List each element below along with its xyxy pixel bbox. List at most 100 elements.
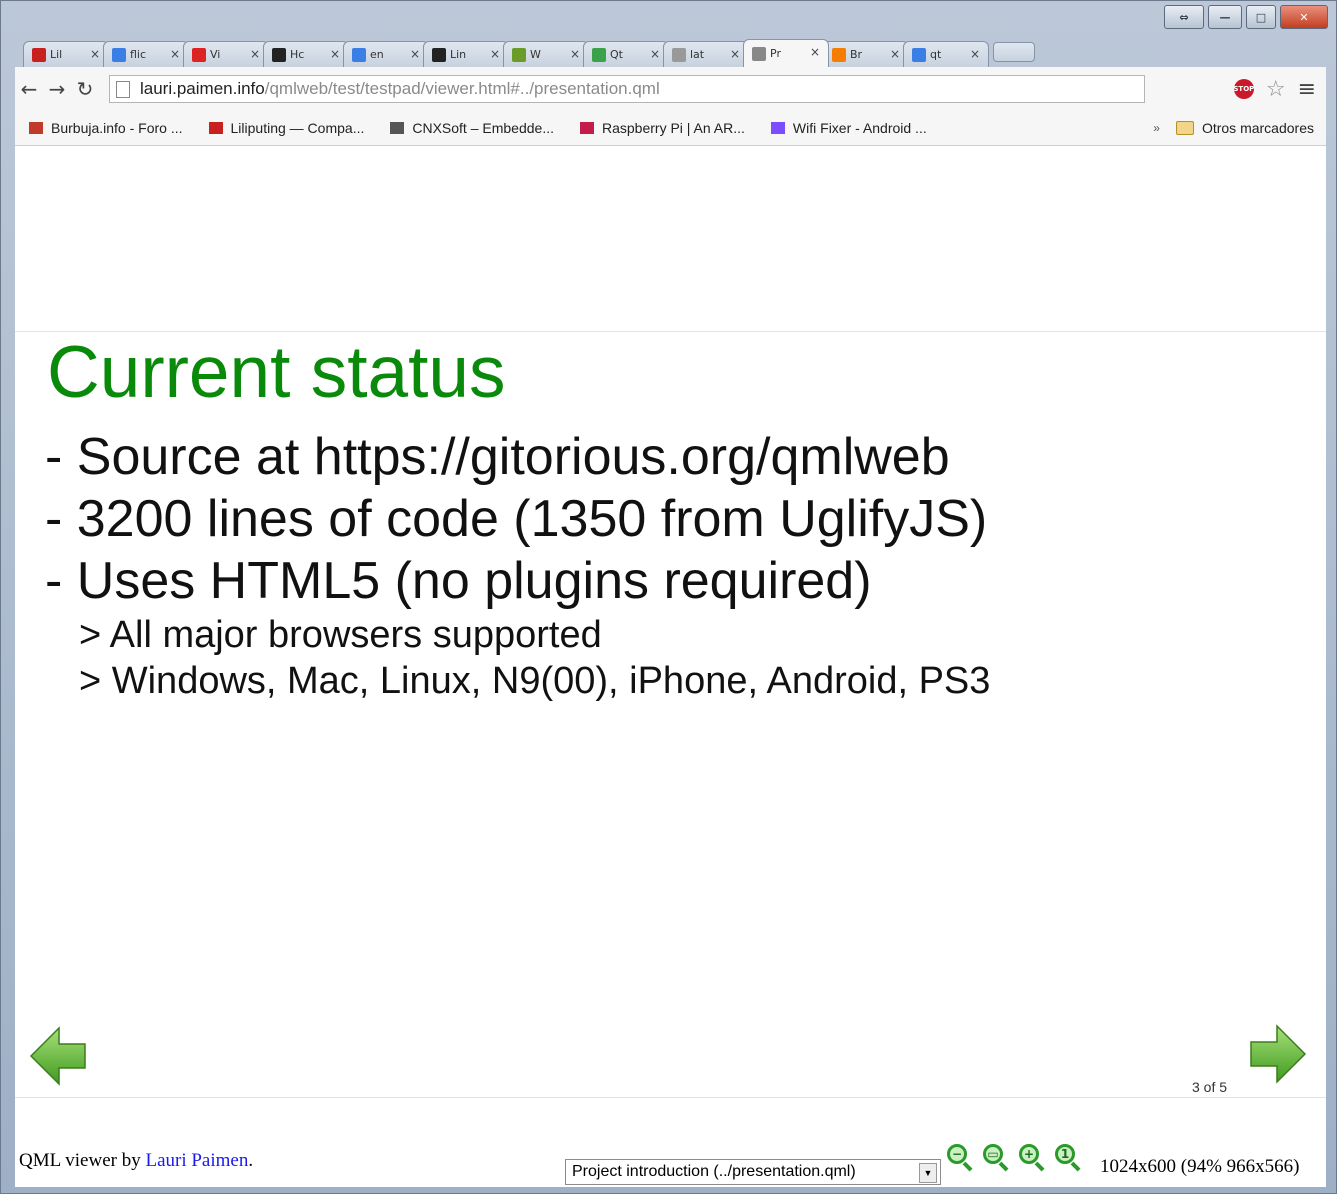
menu-icon[interactable]: ≡ [1298, 77, 1316, 102]
github-icon [272, 47, 286, 62]
google-plus-icon [912, 47, 926, 62]
chevron-down-icon[interactable]: ▼ [919, 1163, 937, 1183]
resize-button[interactable]: ⇔ [1164, 5, 1204, 29]
close-tab-icon[interactable]: × [890, 47, 900, 61]
address-bar[interactable]: lauri.paimen.info/qmlweb/test/testpad/vi… [109, 75, 1145, 103]
page-content: Current status - Source at https://gitor… [15, 146, 1326, 1187]
close-tab-icon[interactable]: × [810, 45, 820, 59]
play-store-icon [770, 122, 785, 134]
maximize-button[interactable]: □ [1246, 5, 1276, 29]
arc-icon [192, 47, 206, 62]
browser-tab[interactable]: Qt × [583, 41, 669, 67]
raspberry-icon [580, 122, 594, 134]
tab-label: Br [850, 48, 863, 61]
page-icon [116, 80, 130, 98]
close-tab-icon[interactable]: × [650, 47, 660, 61]
tab-label: en [370, 48, 384, 61]
bookmark-item[interactable]: Burbuja.info - Foro ... [29, 120, 183, 136]
close-window-button[interactable]: ✕ [1280, 5, 1328, 29]
author-link[interactable]: Lauri Paimen [145, 1150, 248, 1171]
tab-label: flic [130, 48, 147, 61]
tab-label: Qt [610, 48, 623, 61]
bookmark-label: Raspberry Pi | An AR... [602, 120, 745, 136]
tab-label: lat [690, 48, 705, 61]
forward-arrow-icon[interactable]: → [43, 77, 71, 101]
bullet-item: - Uses HTML5 (no plugins required) [45, 552, 872, 610]
viewer-credit: QML viewer by Lauri Paimen. [19, 1150, 253, 1172]
back-arrow-icon[interactable]: ← [15, 77, 43, 101]
minimize-button[interactable]: — [1208, 5, 1242, 29]
close-tab-icon[interactable]: × [250, 47, 260, 61]
browser-tab[interactable]: flic × [103, 41, 189, 67]
bookmark-item[interactable]: CNXSoft – Embedde... [390, 120, 554, 136]
next-slide-arrow-icon[interactable] [1249, 1024, 1307, 1084]
bookmark-item[interactable]: Liliputing — Compa... [208, 120, 364, 136]
credit-prefix: QML viewer by [19, 1150, 146, 1171]
reload-icon[interactable]: ↻ [71, 77, 99, 101]
tab-label: Lin [450, 48, 467, 61]
browser-tab[interactable]: Lil × [23, 41, 109, 67]
adblock-stop-icon[interactable]: STOP [1233, 79, 1254, 99]
close-tab-icon[interactable]: × [90, 47, 100, 61]
close-tab-icon[interactable]: × [330, 47, 340, 61]
spinner-icon [672, 47, 686, 62]
browser-toolbar: ← → ↻ lauri.paimen.info/qmlweb/test/test… [15, 67, 1326, 111]
bookmark-label: Burbuja.info - Foro ... [51, 120, 183, 136]
previous-slide-arrow-icon[interactable] [29, 1026, 87, 1086]
browser-tab[interactable]: Hc × [263, 41, 349, 67]
bookmark-star-icon[interactable]: ☆ [1266, 77, 1286, 102]
bookmark-label: Wifi Fixer - Android ... [792, 120, 927, 136]
browser-tab[interactable]: lat × [663, 41, 749, 67]
credit-suffix: . [248, 1150, 254, 1171]
bookmarks-bar: Burbuja.info - Foro ... Liliputing — Comp… [15, 111, 1326, 146]
other-bookmarks-folder[interactable]: Otros marcadores [1175, 120, 1314, 136]
laptop-icon [208, 122, 223, 134]
browser-window: ⇔ — □ ✕ Lil × flic × Vi × Hc × en × Lin × W × Qt × lat × P… [0, 0, 1337, 1194]
zoom-fit-icon[interactable]: ▭ [983, 1144, 1011, 1172]
close-tab-icon[interactable]: × [170, 47, 180, 61]
cnx-icon [390, 122, 405, 134]
slide-counter: 3 of 5 [1192, 1079, 1228, 1095]
resolution-readout: 1024x600 (94% 966x566) [1100, 1156, 1300, 1177]
tab-label: Hc [290, 48, 305, 61]
close-tab-icon[interactable]: × [570, 47, 580, 61]
browser-tab[interactable]: W × [503, 41, 589, 67]
slide-bullets: - Source at https://gitorious.org/qmlweb… [45, 426, 990, 704]
bookmarks-overflow-icon[interactable]: » [1153, 121, 1160, 135]
subbullet-item: > Windows, Mac, Linux, N9(00), iPhone, A… [79, 660, 991, 702]
github-icon [432, 47, 446, 62]
browser-tab[interactable]: en × [343, 41, 429, 67]
page-icon [752, 46, 766, 61]
tab-strip: Lil × flic × Vi × Hc × en × Lin × W × Qt × lat × Pr × Br × qt × [23, 37, 1035, 67]
laptop-icon [32, 47, 46, 62]
bookmark-item[interactable]: Raspberry Pi | An AR... [580, 120, 745, 136]
other-bookmarks-label: Otros marcadores [1201, 120, 1314, 136]
zoom-in-icon[interactable]: + [1019, 1144, 1047, 1172]
zoom-actual-size-icon[interactable]: 1 [1055, 1144, 1083, 1172]
close-tab-icon[interactable]: × [410, 47, 420, 61]
bookmark-label: CNXSoft – Embedde... [412, 120, 554, 136]
url-host: lauri.paimen.info [140, 79, 265, 98]
browser-tab[interactable]: Pr × [743, 39, 829, 67]
browser-tab[interactable]: Lin × [423, 41, 509, 67]
slide-bottom-divider [15, 1097, 1326, 1098]
close-tab-icon[interactable]: × [970, 47, 980, 61]
browser-tab[interactable]: Br × [823, 41, 909, 67]
window-controls: ⇔ — □ ✕ [1164, 5, 1328, 29]
bookmark-item[interactable]: Wifi Fixer - Android ... [770, 120, 927, 136]
browser-tab[interactable]: qt × [903, 41, 989, 67]
close-tab-icon[interactable]: × [490, 47, 500, 61]
plus-box-icon [592, 47, 606, 62]
bullet-item: - 3200 lines of code (1350 from UglifyJS… [45, 490, 988, 548]
folder-icon [1175, 121, 1194, 135]
zoom-out-icon[interactable]: − [947, 1144, 975, 1172]
close-tab-icon[interactable]: × [730, 47, 740, 61]
title-bar: ⇔ — □ ✕ [1, 1, 1336, 37]
tab-label: Lil [50, 48, 63, 61]
google-plus-icon [352, 47, 366, 62]
tab-label: W [530, 48, 541, 61]
tab-label: Vi [210, 48, 221, 61]
presentation-select[interactable]: Project introduction (../presentation.qm… [565, 1159, 941, 1185]
new-tab-button[interactable] [993, 42, 1035, 62]
browser-tab[interactable]: Vi × [183, 41, 269, 67]
